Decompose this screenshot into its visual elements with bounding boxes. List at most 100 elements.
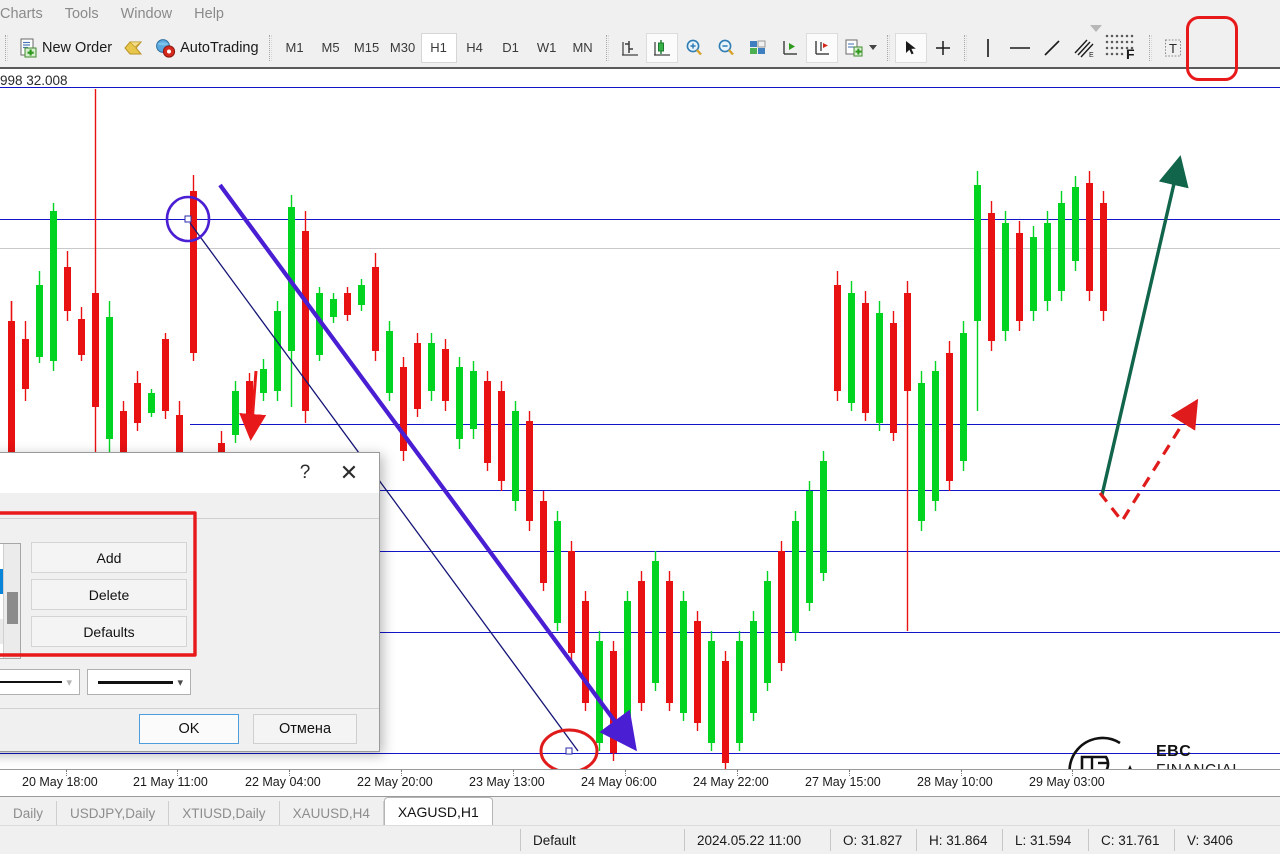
delete-level-button[interactable]: Delete [31, 579, 187, 610]
data-window-icon[interactable] [742, 33, 774, 63]
axis-label: 23 May 13:00 [469, 775, 545, 789]
timeframe-mn[interactable]: MN [565, 33, 601, 63]
svg-text:F: F [1126, 46, 1135, 62]
timeframe-h1[interactable]: H1 [420, 32, 457, 63]
dialog-footer: OK Отмена [0, 707, 379, 751]
cancel-button[interactable]: Отмена [253, 714, 357, 744]
add-level-button[interactable]: Add [31, 542, 187, 573]
line-style-preview [0, 681, 63, 683]
resistance-line-1[interactable] [0, 87, 1280, 88]
chevron-down-icon[interactable]: ▾ [177, 676, 186, 689]
toolbar-divider [963, 34, 967, 61]
levels-list-scrollbar[interactable] [3, 544, 20, 658]
status-high: H: 31.864 [916, 829, 1002, 851]
object-properties-dialog[interactable]: ? ✕ ameters Visualization tion Add Delet… [0, 452, 380, 752]
fibonacci-levels-list[interactable]: tion [0, 543, 21, 659]
status-profile[interactable]: Default [520, 829, 684, 851]
current-price-line [0, 248, 1280, 249]
timeframe-d1[interactable]: D1 [493, 33, 529, 63]
autotrading-button[interactable]: AutoTrading [149, 32, 263, 64]
chart-tab-xtiusd-daily[interactable]: XTIUSD,Daily [169, 801, 280, 825]
toolbar-divider [268, 34, 272, 61]
dialog-body: tion Add Delete Defaults Blue ▾ ▾ ▾ [0, 519, 379, 709]
time-axis[interactable]: 20 May 18:00 21 May 11:00 22 May 04:00 2… [0, 769, 1280, 797]
menu-item-tools[interactable]: Tools [54, 0, 110, 28]
chart-tab-xauusd-h4[interactable]: XAUUSD,H4 [280, 801, 384, 825]
timeframe-m30[interactable]: M30 [385, 33, 421, 63]
autotrading-label: AutoTrading [180, 39, 259, 56]
timeframe-m5[interactable]: M5 [313, 33, 349, 63]
axis-label: 27 May 15:00 [805, 775, 881, 789]
support-line-4[interactable] [380, 632, 1280, 633]
timeframe-h4[interactable]: H4 [457, 33, 493, 63]
status-close: C: 31.761 [1088, 829, 1174, 851]
new-order-button[interactable]: New Order [13, 32, 117, 64]
defaults-button[interactable]: Defaults [31, 616, 187, 647]
auto-scroll-icon[interactable] [774, 33, 806, 63]
chart-shift-icon[interactable] [805, 32, 838, 63]
chart-tab-bar: Daily USDJPY,Daily XTIUSD,Daily XAUUSD,H… [0, 797, 1280, 825]
status-open: O: 31.827 [830, 829, 916, 851]
timeframe-m15[interactable]: M15 [349, 33, 385, 63]
status-bar: Default 2024.05.22 11:00 O: 31.827 H: 31… [0, 825, 1280, 854]
cursor-icon[interactable] [894, 32, 927, 63]
svg-text:E: E [1089, 52, 1094, 59]
menu-item-window[interactable]: Window [110, 0, 184, 28]
axis-label: 22 May 04:00 [245, 775, 321, 789]
menu-item-help[interactable]: Help [183, 0, 235, 28]
dialog-title-bar[interactable]: ? ✕ [0, 453, 379, 493]
add-indicator-icon[interactable] [838, 32, 882, 64]
horizontal-line-icon[interactable] [1004, 33, 1036, 63]
chart-tab-usdjpy-daily[interactable]: USDJPY,Daily [57, 801, 170, 825]
metaeditor-button[interactable] [117, 32, 149, 64]
axis-label: 24 May 22:00 [693, 775, 769, 789]
toolbar-divider [886, 34, 890, 61]
chevron-down-icon[interactable]: ▾ [66, 676, 75, 689]
add-indicator-caret-icon[interactable] [868, 45, 877, 50]
metaeditor-icon [124, 41, 143, 54]
logo-line-1: EBC [1156, 743, 1192, 761]
status-low: L: 31.594 [1002, 829, 1088, 851]
zoom-in-icon[interactable] [678, 33, 710, 63]
timeframe-m1[interactable]: M1 [277, 33, 313, 63]
zoom-out-icon[interactable] [710, 33, 742, 63]
new-order-label: New Order [42, 39, 113, 56]
line-width-preview [98, 680, 174, 684]
price-scale-label: 998 32.008 [0, 73, 68, 88]
bearish-forecast-arrow[interactable] [1098, 398, 1199, 524]
help-icon[interactable]: ? [283, 454, 327, 492]
broker-watermark-logo: EBC FINANCIAL GROUP [1062, 731, 1241, 769]
line-width-select[interactable]: ▾ [87, 669, 191, 695]
axis-label: 29 May 03:00 [1029, 775, 1105, 789]
svg-text:T: T [1169, 41, 1177, 56]
dialog-tab-bar: ameters Visualization [0, 493, 379, 519]
chart-tab-xagusd-h1[interactable]: XAGUSD,H1 [383, 797, 493, 825]
crosshair-icon[interactable] [927, 33, 959, 63]
axis-label: 28 May 10:00 [917, 775, 993, 789]
toolbar-overflow-caret[interactable] [1090, 25, 1102, 32]
scrollbar-thumb[interactable] [7, 592, 18, 624]
bullish-forecast-arrow[interactable] [1100, 155, 1189, 496]
chart-tab-daily[interactable]: Daily [0, 801, 58, 825]
fibonacci-icon[interactable]: F [1100, 33, 1144, 63]
line-style-select[interactable]: ▾ [0, 669, 80, 695]
trendline-icon[interactable] [1036, 33, 1068, 63]
toolbar-divider [605, 34, 609, 61]
timeframe-w1[interactable]: W1 [529, 33, 565, 63]
resistance-line-2[interactable] [0, 219, 1280, 220]
support-touch-marker[interactable] [539, 728, 599, 769]
vertical-line-icon[interactable] [972, 33, 1004, 63]
close-icon[interactable]: ✕ [327, 454, 371, 492]
ok-button[interactable]: OK [139, 714, 239, 744]
support-line-1[interactable] [190, 424, 1280, 425]
support-line-3[interactable] [380, 551, 1280, 552]
status-datetime: 2024.05.22 11:00 [684, 829, 830, 851]
candlestick-chart-icon[interactable] [645, 32, 678, 63]
equidistant-channel-icon[interactable]: E [1068, 33, 1100, 63]
main-toolbar: New Order AutoTrading M1 M5 M15 M30 H1 H… [0, 25, 1280, 69]
text-label-icon[interactable]: T [1157, 33, 1189, 63]
axis-label: 22 May 20:00 [357, 775, 433, 789]
bar-chart-icon[interactable] [614, 33, 646, 63]
menu-item-charts[interactable]: Charts [0, 0, 54, 28]
support-line-2[interactable] [380, 490, 1280, 491]
